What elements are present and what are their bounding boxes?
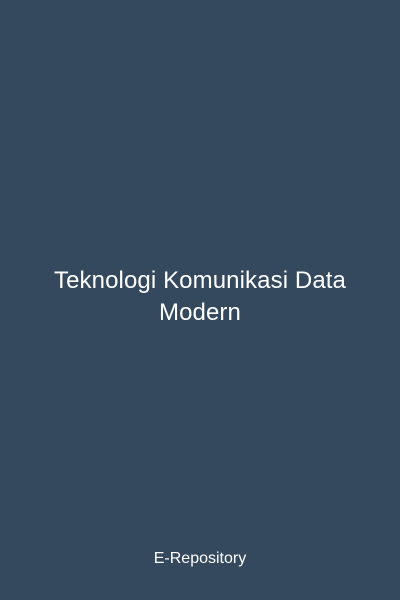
cover-title: Teknologi Komunikasi Data Modern [54, 267, 346, 326]
repository-label: E-Repository [153, 550, 247, 567]
book-cover: Teknologi Komunikasi Data Modern E-Repos… [0, 0, 400, 600]
